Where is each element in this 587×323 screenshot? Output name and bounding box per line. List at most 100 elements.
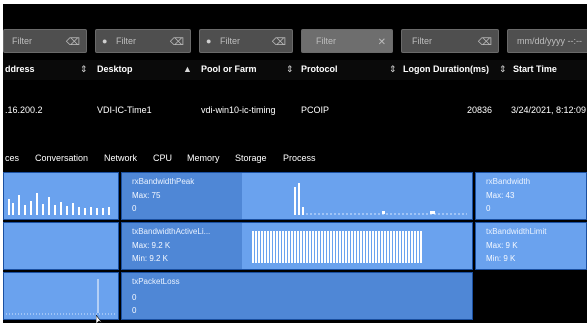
metric-max: 0	[132, 293, 137, 302]
screenshot-frame: Filter ⌫ ● Filter ⌫ ● Filter ⌫ Filter ✕ …	[0, 0, 587, 323]
filter-clear-icon[interactable]: ⌫	[272, 37, 286, 48]
sparkline-bar	[411, 231, 413, 263]
sparkline-bar	[417, 231, 419, 263]
cell-pool: vdi-win10-ic-timing	[201, 105, 276, 115]
filter-protocol-input[interactable]: Filter	[316, 36, 336, 46]
sparkline-bar	[297, 231, 299, 263]
metric-min: 0	[132, 306, 137, 315]
metric-label: rxBandwidth	[486, 177, 531, 186]
column-header-start-time[interactable]: Start Time	[513, 64, 557, 74]
sort-icon[interactable]: ⇕	[389, 64, 397, 75]
sparkline-bar	[351, 231, 353, 263]
sparkline-bar	[342, 231, 344, 263]
sort-icon[interactable]: ⇕	[286, 64, 294, 75]
sparkline-bar	[348, 231, 350, 263]
sparkline-bar	[276, 231, 278, 263]
sparkline-bar	[387, 231, 389, 263]
tab-memory[interactable]: Memory	[187, 153, 220, 163]
metric-panel-left-2[interactable]	[3, 222, 119, 270]
sparkline-bar	[300, 231, 302, 263]
filter-clear-icon[interactable]: ⌫	[478, 37, 492, 48]
tab-network[interactable]: Network	[104, 153, 137, 163]
metric-panel-left-1[interactable]	[3, 172, 119, 220]
sparkline-bar	[258, 231, 260, 263]
tab-process[interactable]: Process	[283, 153, 316, 163]
app-window: Filter ⌫ ● Filter ⌫ ● Filter ⌫ Filter ✕ …	[3, 4, 587, 323]
column-header-protocol[interactable]: Protocol	[301, 64, 338, 74]
filter-clear-icon[interactable]: ⌫	[66, 37, 80, 48]
column-header-pool[interactable]: Pool or Farm	[201, 64, 257, 74]
sparkline-bar	[399, 231, 401, 263]
tab-storage[interactable]: Storage	[235, 153, 267, 163]
cell-protocol: PCOIP	[301, 105, 330, 115]
sparkline	[252, 231, 422, 263]
sparkline-bar	[393, 231, 395, 263]
metric-max: Max: 43	[486, 191, 515, 200]
filter-logon-input[interactable]: Filter	[412, 36, 432, 46]
metric-panel-rx-bandwidth[interactable]: rxBandwidth Max: 43 0	[475, 172, 587, 220]
table-header: ddress ⇕ Desktop ▲ Pool or Farm ⇕ Protoc…	[3, 60, 587, 80]
metric-label: txPacketLoss	[132, 277, 180, 286]
sparkline-bar	[333, 231, 335, 263]
sparkline-bar	[315, 231, 317, 263]
filter-start-time[interactable]: mm/dd/yyyy --:--	[507, 29, 587, 53]
filter-pool[interactable]: ● Filter ⌫	[199, 29, 293, 53]
sparkline	[294, 183, 467, 215]
metric-label: txBandwidthActiveLi...	[132, 227, 211, 236]
filter-protocol[interactable]: Filter ✕	[301, 29, 393, 53]
sparkline-bar	[345, 231, 347, 263]
sparkline-bar	[291, 231, 293, 263]
filter-clear-icon[interactable]: ⌫	[170, 37, 184, 48]
top-bar	[3, 4, 587, 22]
sparkline-bar	[288, 231, 290, 263]
metric-min: Min: 9.2 K	[132, 254, 169, 263]
table-row[interactable]: .16.200.2 VDI-IC-Time1 vdi-win10-ic-timi…	[3, 94, 587, 126]
metric-panel-tx-packet-loss[interactable]: txPacketLoss 0 0	[121, 272, 473, 320]
sparkline-bar	[270, 231, 272, 263]
sparkline-bar	[405, 231, 407, 263]
sparkline-bar	[414, 231, 416, 263]
sparkline-bar	[381, 231, 383, 263]
metric-panel-tx-bandwidth-active-limit[interactable]: txBandwidthActiveLi... Max: 9.2 K Min: 9…	[121, 222, 473, 270]
sort-icon[interactable]: ⇕	[499, 64, 507, 75]
filter-start-time-input[interactable]: mm/dd/yyyy --:--	[517, 36, 582, 46]
sparkline-bar	[321, 231, 323, 263]
metric-min: Min: 9 K	[486, 254, 516, 263]
sparkline-bar	[282, 231, 284, 263]
sparkline-bar	[363, 231, 365, 263]
cell-desktop: VDI-IC-Time1	[97, 105, 152, 115]
column-header-desktop[interactable]: Desktop	[97, 64, 133, 74]
sort-icon[interactable]: ⇕	[80, 64, 88, 75]
column-header-logon-duration[interactable]: Logon Duration(ms)	[403, 64, 489, 74]
sparkline-bar	[264, 231, 266, 263]
tab-devices[interactable]: ces	[5, 153, 19, 163]
sparkline-bar	[324, 231, 326, 263]
sparkline-bar	[273, 231, 275, 263]
sparkline-bar	[330, 231, 332, 263]
column-header-address[interactable]: ddress	[5, 64, 35, 74]
metric-label: rxBandwidthPeak	[132, 177, 195, 186]
metric-max: Max: 9 K	[486, 241, 518, 250]
filter-funnel-icon: ●	[102, 36, 108, 46]
tab-conversation[interactable]: Conversation	[35, 153, 88, 163]
filter-logon-duration[interactable]: Filter ⌫	[401, 29, 499, 53]
sparkline-bar	[360, 231, 362, 263]
filter-clear-icon[interactable]: ✕	[378, 37, 386, 48]
metric-panel-rx-bandwidth-peak[interactable]: rxBandwidthPeak Max: 75 0	[121, 172, 473, 220]
sparkline-bar	[375, 231, 377, 263]
sparkline-bar	[372, 231, 374, 263]
filter-address-input[interactable]: Filter	[12, 36, 32, 46]
sparkline-bar	[255, 231, 257, 263]
metric-panel-tx-bandwidth-limit[interactable]: txBandwidthLimit Max: 9 K Min: 9 K	[475, 222, 587, 270]
filter-desktop-input[interactable]: Filter	[116, 36, 136, 46]
metric-panel-left-3[interactable]	[3, 272, 119, 320]
sort-asc-icon[interactable]: ▲	[183, 64, 192, 74]
sparkline-bar	[396, 231, 398, 263]
sparkline-bar	[339, 231, 341, 263]
tab-cpu[interactable]: CPU	[153, 153, 172, 163]
sparkline-bar	[252, 231, 254, 263]
filter-pool-input[interactable]: Filter	[220, 36, 240, 46]
filter-address[interactable]: Filter ⌫	[3, 29, 87, 53]
sparkline-bar	[285, 231, 287, 263]
filter-desktop[interactable]: ● Filter ⌫	[95, 29, 191, 53]
